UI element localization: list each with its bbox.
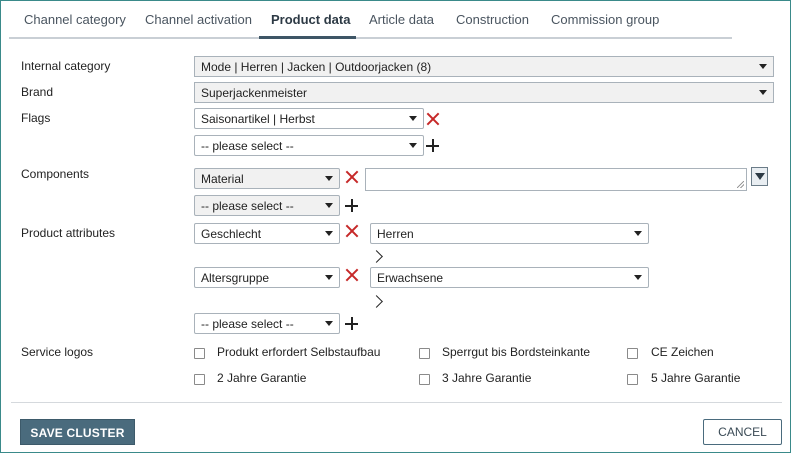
checkbox-label: 2 Jahre Garantie: [217, 371, 307, 385]
chevron-down-icon: [325, 203, 333, 208]
checkbox-sperrgut[interactable]: [419, 348, 430, 359]
checkbox-2-jahre[interactable]: [194, 374, 205, 385]
component-select[interactable]: Material: [194, 168, 340, 189]
add-attribute-icon[interactable]: [345, 317, 358, 330]
chevron-down-icon: [759, 64, 767, 69]
chevron-down-icon: [759, 90, 767, 95]
internal-category-select[interactable]: Mode | Herren | Jacken | Outdoorjacken (…: [194, 56, 774, 77]
attribute-select-1[interactable]: Geschlecht: [194, 223, 340, 244]
chevron-down-icon: [634, 275, 642, 280]
chevron-down-icon: [325, 275, 333, 280]
attribute-value-select-1[interactable]: Herren: [370, 223, 649, 244]
flags-add-select[interactable]: -- please select --: [194, 135, 424, 156]
flags-value: Saisonartikel | Herbst: [201, 112, 315, 126]
resize-grip-icon[interactable]: [737, 181, 744, 188]
flags-add-placeholder: -- please select --: [201, 139, 294, 153]
attribute-value: Erwachsene: [377, 271, 444, 285]
brand-select[interactable]: Superjackenmeister: [194, 82, 774, 103]
chevron-down-icon: [409, 143, 417, 148]
remove-attribute-icon[interactable]: [345, 224, 359, 238]
brand-value: Superjackenmeister: [201, 86, 308, 100]
chevron-right-icon[interactable]: [373, 295, 383, 309]
attribute-value-select-2[interactable]: Erwachsene: [370, 267, 649, 288]
tab-construction[interactable]: Construction: [456, 12, 529, 27]
tab-product-data[interactable]: Product data: [271, 12, 350, 27]
remove-flag-icon[interactable]: [426, 112, 440, 126]
checkbox-label: CE Zeichen: [651, 345, 714, 359]
cancel-button[interactable]: CANCEL: [703, 419, 782, 445]
component-text-input[interactable]: [365, 168, 747, 191]
save-cluster-button[interactable]: SAVE CLUSTER: [20, 419, 135, 445]
checkbox-label: Sperrgut bis Bordsteinkante: [442, 345, 591, 359]
checkbox-label: 5 Jahre Garantie: [651, 371, 741, 385]
add-flag-icon[interactable]: [426, 139, 439, 152]
component-value: Material: [201, 172, 244, 186]
attribute-select-2[interactable]: Altersgruppe: [194, 267, 340, 288]
internal-category-label: Internal category: [21, 59, 111, 73]
checkbox-3-jahre[interactable]: [419, 374, 430, 385]
flags-select[interactable]: Saisonartikel | Herbst: [194, 108, 424, 129]
attributes-add-placeholder: -- please select --: [201, 317, 294, 331]
chevron-down-icon: [325, 321, 333, 326]
chevron-down-icon: [634, 231, 642, 236]
attribute-value: Herren: [377, 227, 414, 241]
service-logos-label: Service logos: [21, 345, 94, 359]
tab-commission-group[interactable]: Commission group: [551, 12, 659, 27]
attribute-name: Geschlecht: [201, 227, 262, 241]
footer-divider: [11, 402, 782, 403]
remove-component-icon[interactable]: [345, 170, 359, 184]
tab-channel-category[interactable]: Channel category: [24, 12, 126, 27]
dialog-frame: Channel category Channel activation Prod…: [0, 0, 791, 453]
components-add-select[interactable]: -- please select --: [194, 195, 340, 216]
checkbox-5-jahre[interactable]: [627, 374, 638, 385]
chevron-right-icon[interactable]: [373, 250, 383, 264]
attribute-name: Altersgruppe: [201, 271, 270, 285]
brand-label: Brand: [21, 85, 54, 99]
flags-label: Flags: [21, 111, 51, 125]
internal-category-value: Mode | Herren | Jacken | Outdoorjacken (…: [201, 60, 432, 74]
checkbox-selbstaufbau[interactable]: [194, 348, 205, 359]
remove-attribute-icon[interactable]: [345, 268, 359, 282]
add-component-icon[interactable]: [345, 199, 358, 212]
chevron-down-icon: [325, 231, 333, 236]
tab-channel-activation[interactable]: Channel activation: [145, 12, 252, 27]
product-attributes-label: Product attributes: [21, 226, 116, 240]
active-tab-indicator: [259, 36, 356, 39]
component-dropdown-button[interactable]: [751, 167, 768, 186]
tab-bar: Channel category Channel activation Prod…: [9, 1, 732, 39]
tab-article-data[interactable]: Article data: [369, 12, 434, 27]
checkbox-ce-zeichen[interactable]: [627, 348, 638, 359]
chevron-down-icon: [325, 176, 333, 181]
chevron-down-icon: [409, 116, 417, 121]
checkbox-label: Produkt erfordert Selbstaufbau: [217, 345, 381, 359]
components-add-placeholder: -- please select --: [201, 199, 294, 213]
components-label: Components: [21, 167, 90, 181]
attributes-add-select[interactable]: -- please select --: [194, 313, 340, 334]
checkbox-label: 3 Jahre Garantie: [442, 371, 532, 385]
